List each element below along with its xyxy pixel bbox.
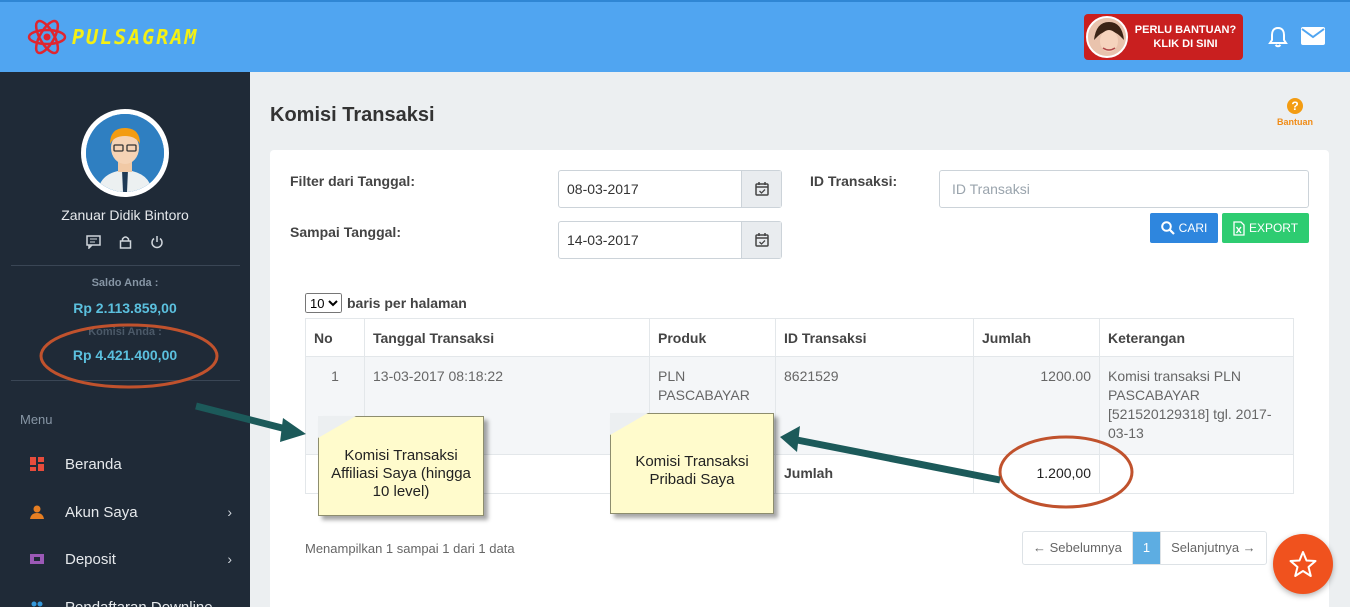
sidebar-item-label: Deposit [65,550,116,568]
column-header-note[interactable]: Keterangan [1099,318,1294,357]
affiliate-commission-note: Komisi Transaksi Affiliasi Saya (hingga … [318,416,484,516]
komisi-label: Komisi Anda : [88,326,162,338]
pagination: ← Sebelumnya 1 Selanjutnya → [1022,531,1267,565]
wallet-icon [30,554,44,564]
sidebar: Zanuar Didik Bintoro Saldo Anda : Rp 2.1… [0,72,250,607]
chevron-right-icon: › [227,551,232,567]
bell-icon[interactable] [1267,26,1289,53]
help-line-1: PERLU BANTUAN? [1134,24,1237,36]
saldo-label: Saldo Anda : [91,277,159,289]
sidebar-item-label: Akun Saya [65,503,138,521]
transaction-id-label: ID Transaksi: [810,173,898,189]
calendar-icon[interactable] [741,222,781,258]
help-text: PERLU BANTUAN? KLIK DI SINI [1128,23,1243,51]
page-title: Komisi Transaksi [270,104,435,126]
column-header-date[interactable]: Tanggal Transaksi [364,318,650,357]
excel-icon [1233,220,1245,236]
help-line-2: KLIK DI SINI [1153,38,1218,50]
help-link-label: Bantuan [1277,117,1313,127]
sidebar-item-beranda[interactable]: Beranda [0,446,250,482]
cell-amount: 1200.00 [973,356,1100,455]
user-icon [30,505,44,519]
export-button-label: EXPORT [1248,221,1299,235]
atom-icon [27,19,67,55]
from-date-field[interactable]: 08-03-2017 [558,170,782,208]
to-date-value: 14-03-2017 [567,232,639,248]
column-header-no[interactable]: No [305,318,365,357]
per-page-select[interactable]: 10 [305,293,342,313]
mail-icon[interactable] [1301,27,1325,50]
sidebar-item-label: Pendaftaran Downline [65,598,213,607]
search-icon [1160,221,1175,235]
export-button[interactable]: EXPORT [1222,213,1309,243]
from-date-value: 08-03-2017 [567,181,639,197]
transaction-id-input[interactable] [939,170,1309,208]
cell-transaction-id: 8621529 [775,356,974,455]
top-bar: PULSAGRAM PERLU BANTUAN? KLIK DI SINI [0,0,1350,72]
sidebar-item-pendaftaran-downline[interactable]: Pendaftaran Downline [0,589,250,607]
help-link[interactable]: ? Bantuan [1270,98,1320,127]
search-button[interactable]: CARI [1150,213,1218,243]
brand-logo[interactable]: PULSAGRAM [26,16,198,58]
calendar-icon[interactable] [741,171,781,207]
message-icon[interactable] [86,235,101,252]
komisi-value: Rp 4.421.400,00 [72,347,178,363]
sidebar-item-deposit[interactable]: Deposit › [0,541,250,577]
total-value: 1.200,00 [973,454,1100,494]
support-avatar [1086,16,1128,58]
sidebar-divider [11,265,240,266]
column-header-amount[interactable]: Jumlah [973,318,1100,357]
user-actions [0,235,250,252]
cell-note: Komisi transaksi PLN PASCABAYAR [5215201… [1099,356,1294,455]
total-label: Jumlah [775,454,974,494]
dashboard-icon [30,457,44,471]
question-icon: ? [1287,98,1303,114]
help-banner[interactable]: PERLU BANTUAN? KLIK DI SINI [1084,14,1243,60]
cell-empty [1099,454,1294,494]
table-header-row: No Tanggal Transaksi Produk ID Transaksi… [305,318,1294,357]
personal-commission-note: Komisi Transaksi Pribadi Saya [610,413,774,514]
per-page-label: baris per halaman [347,295,467,311]
sidebar-item-label: Beranda [65,455,122,473]
page-button-current[interactable]: 1 [1132,532,1162,564]
next-page-button[interactable]: Selanjutnya → [1161,532,1266,564]
sidebar-divider [11,380,240,381]
power-icon[interactable] [150,235,164,252]
user-name: Zanuar Didik Bintoro [61,207,189,223]
to-date-label: Sampai Tanggal: [290,224,401,240]
pagination-info: Menampilkan 1 sampai 1 dari 1 data [305,541,515,556]
lock-icon[interactable] [119,235,132,252]
chevron-right-icon: › [227,504,232,520]
favorite-fab-button[interactable] [1273,534,1333,594]
menu-heading: Menu [20,412,53,427]
users-icon [31,601,43,607]
user-avatar[interactable] [81,109,169,197]
star-icon [1289,551,1317,577]
from-date-label: Filter dari Tanggal: [290,173,415,189]
sidebar-item-akun-saya[interactable]: Akun Saya › [0,494,250,530]
to-date-field[interactable]: 14-03-2017 [558,221,782,259]
prev-page-button[interactable]: ← Sebelumnya [1023,532,1133,564]
brand-name: PULSAGRAM [72,25,199,49]
column-header-transaction-id[interactable]: ID Transaksi [775,318,974,357]
per-page-control: 10 baris per halaman [305,293,467,313]
column-header-product[interactable]: Produk [649,318,776,357]
saldo-value: Rp 2.113.859,00 [73,300,177,316]
search-button-label: CARI [1178,221,1208,235]
